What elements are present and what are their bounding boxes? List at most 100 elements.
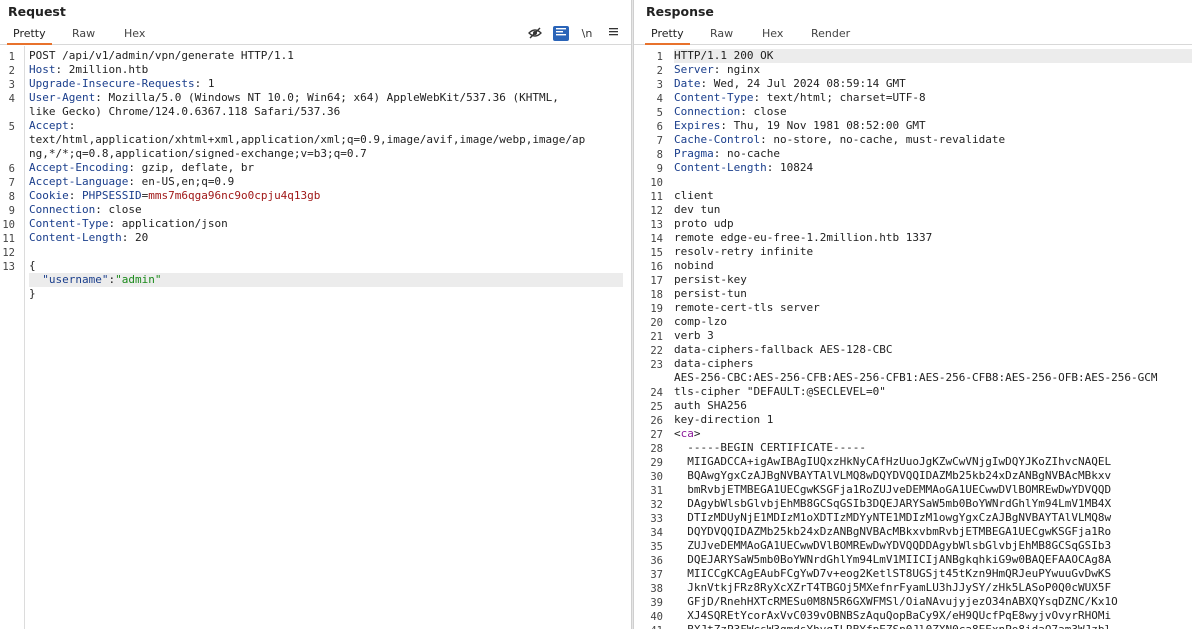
code-text: auth SHA256 (674, 399, 747, 412)
code-line[interactable]: Content-Type: application/json (29, 217, 623, 231)
response-body[interactable]: HTTP/1.1 200 OK Server: nginx Date: Wed, 2… (674, 49, 1192, 629)
code-line[interactable]: ZUJveDEMMAoGA1UECwwDVlBOMREwDwYDVQQDDAgy… (674, 539, 1192, 553)
line-number: 9 (8, 205, 15, 217)
code-line[interactable]: Accept-Language: en-US,en;q=0.9 (29, 175, 623, 189)
line-number: 35 (650, 541, 663, 553)
code-line[interactable]: nobind (674, 259, 1192, 273)
code-line[interactable]: remote edge-eu-free-1.2million.htb 1337 (674, 231, 1192, 245)
code-line[interactable]: XJ4SQREtYcorAxVvC039vOBNBSzAquQopBaCy9X/… (674, 609, 1192, 623)
code-line[interactable]: client (674, 189, 1192, 203)
line-number: 33 (650, 513, 663, 525)
hide-icon[interactable] (527, 26, 543, 41)
response-editor[interactable]: HTTP/1.1 200 OK Server: nginx Date: Wed, 2… (634, 46, 1192, 629)
header-name: Expires (674, 119, 721, 132)
code-line[interactable]: GFjD/RnehHXTcRMESu0M8N5R6GXWFMSl/OiaNAvu… (674, 595, 1192, 609)
code-line[interactable]: DAgybWlsbGlvbjEhMB8GCSqGSIb3DQEJARYSaW5m… (674, 497, 1192, 511)
menu-icon[interactable] (605, 26, 621, 41)
message-format-icon[interactable] (553, 26, 569, 41)
code-line[interactable]: tls-cipher "DEFAULT:@SECLEVEL=0" (674, 385, 1192, 399)
code-line[interactable]: data-ciphers-fallback AES-128-CBC (674, 343, 1192, 357)
code-text: persist-tun (674, 287, 747, 300)
code-line[interactable]: Cache-Control: no-store, no-cache, must-… (674, 133, 1192, 147)
code-text: } (29, 287, 36, 300)
code-line[interactable]: proto udp (674, 217, 1192, 231)
code-line[interactable]: ​ (674, 175, 1192, 189)
code-text: -----BEGIN CERTIFICATE----- (674, 441, 867, 454)
code-line[interactable]: User-Agent: Mozilla/5.0 (Windows NT 10.0… (29, 91, 623, 105)
code-line[interactable]: like Gecko) Chrome/124.0.6367.118 Safari… (29, 105, 623, 119)
code-line[interactable]: Pragma: no-cache (674, 147, 1192, 161)
code-line[interactable]: BXJtZzP3FWcsW3gmdsYhvqILRBYfpEZSp0Jl0ZXN… (674, 623, 1192, 629)
code-line[interactable]: bmRvbjETMBEGA1UECgwKSGFja1RoZUJveDEMMAoG… (674, 483, 1192, 497)
line-number: 1 (8, 51, 15, 63)
request-body[interactable]: POST /api/v1/admin/vpn/generate HTTP/1.1… (29, 49, 623, 301)
code-line[interactable]: data-ciphers (674, 357, 1192, 371)
header-name: Content-Length (674, 161, 767, 174)
line-number: 26 (650, 415, 663, 427)
code-line[interactable]: Connection: close (29, 203, 623, 217)
line-number: 9 (656, 163, 663, 175)
code-text: BXJtZzP3FWcsW3gmdsYhvqILRBYfpEZSp0Jl0ZXN… (674, 623, 1111, 629)
line-number: 6 (656, 121, 663, 133)
code-line[interactable]: text/html,application/xhtml+xml,applicat… (29, 133, 623, 147)
code-line[interactable]: verb 3 (674, 329, 1192, 343)
code-line[interactable]: Accept: (29, 119, 623, 133)
code-line[interactable]: Date: Wed, 24 Jul 2024 08:59:14 GMT (674, 77, 1192, 91)
tab-raw[interactable]: Raw (72, 27, 95, 40)
code-line[interactable]: Content-Length: 10824 (674, 161, 1192, 175)
code-line[interactable]: JknVtkjFRz8RyXcXZrT4TBGOj5MXefnrFyamLU3h… (674, 581, 1192, 595)
code-line[interactable]: MIICCgKCAgEAubFCgYwD7v+eog2KetlST8UGSjt4… (674, 567, 1192, 581)
code-line[interactable]: auth SHA256 (674, 399, 1192, 413)
code-text: "admin" (115, 273, 162, 286)
code-text: < (674, 427, 681, 440)
code-line[interactable]: comp-lzo (674, 315, 1192, 329)
code-line[interactable]: key-direction 1 (674, 413, 1192, 427)
code-line[interactable]: ng,*/*;q=0.8,application/signed-exchange… (29, 147, 623, 161)
code-text: : 2million.htb (55, 63, 149, 76)
code-line[interactable]: Connection: close (674, 105, 1192, 119)
code-line[interactable]: persist-tun (674, 287, 1192, 301)
line-number: 11 (650, 191, 663, 203)
tab-hex[interactable]: Hex (124, 27, 145, 40)
code-line[interactable]: resolv-retry infinite (674, 245, 1192, 259)
request-editor[interactable]: POST /api/v1/admin/vpn/generate HTTP/1.1… (0, 46, 631, 629)
code-line[interactable]: } (29, 287, 623, 301)
code-line[interactable]: persist-key (674, 273, 1192, 287)
code-line[interactable]: "username":"admin" (29, 273, 623, 287)
tab-pretty[interactable]: Pretty (7, 27, 52, 45)
code-text: { (29, 259, 36, 272)
code-line[interactable]: Host: 2million.htb (29, 63, 623, 77)
tab-render[interactable]: Render (811, 27, 850, 40)
code-line[interactable]: Content-Length: 20 (29, 231, 623, 245)
code-line[interactable]: POST /api/v1/admin/vpn/generate HTTP/1.1 (29, 49, 623, 63)
code-line[interactable]: Upgrade-Insecure-Requests: 1 (29, 77, 623, 91)
code-text: verb 3 (674, 329, 714, 342)
code-line[interactable]: Accept-Encoding: gzip, deflate, br (29, 161, 623, 175)
code-line[interactable]: DTIzMDUyNjE1MDIzM1oXDTIzMDYyNTE1MDIzM1ow… (674, 511, 1192, 525)
tab-raw[interactable]: Raw (710, 27, 733, 40)
newline-icon[interactable]: \n (579, 26, 595, 41)
tab-hex[interactable]: Hex (762, 27, 783, 40)
line-number: 16 (650, 261, 663, 273)
line-number: 5 (8, 121, 15, 133)
request-title: Request (8, 4, 66, 19)
code-line[interactable]: HTTP/1.1 200 OK (674, 49, 1192, 63)
code-line[interactable]: ​ (29, 245, 623, 259)
code-line[interactable]: Server: nginx (674, 63, 1192, 77)
code-text: POST /api/v1/admin/vpn/generate HTTP/1.1 (29, 49, 294, 62)
code-line[interactable]: MIIGADCCA+igAwIBAgIUQxzHkNyCAfHzUuoJgKZw… (674, 455, 1192, 469)
code-line[interactable]: Cookie: PHPSESSID=mms7m6qga96nc9o0cpju4q… (29, 189, 623, 203)
code-text: remote edge-eu-free-1.2million.htb 1337 (674, 231, 933, 244)
code-line[interactable]: -----BEGIN CERTIFICATE----- (674, 441, 1192, 455)
code-line[interactable]: remote-cert-tls server (674, 301, 1192, 315)
code-line[interactable]: AES-256-CBC:AES-256-CFB:AES-256-CFB1:AES… (674, 371, 1192, 385)
tab-pretty[interactable]: Pretty (645, 27, 690, 45)
code-line[interactable]: Expires: Thu, 19 Nov 1981 08:52:00 GMT (674, 119, 1192, 133)
code-line[interactable]: Content-Type: text/html; charset=UTF-8 (674, 91, 1192, 105)
code-line[interactable]: <ca> (674, 427, 1192, 441)
code-line[interactable]: { (29, 259, 623, 273)
code-line[interactable]: BQAwgYgxCzAJBgNVBAYTAlVLMQ8wDQYDVQQIDAZM… (674, 469, 1192, 483)
code-line[interactable]: DQYDVQQIDAZMb25kb24xDzANBgNVBAcMBkxvbmRv… (674, 525, 1192, 539)
code-line[interactable]: dev tun (674, 203, 1192, 217)
code-line[interactable]: DQEJARYSaW5mb0BoYWNrdGhlYm94LmV1MIICIjAN… (674, 553, 1192, 567)
